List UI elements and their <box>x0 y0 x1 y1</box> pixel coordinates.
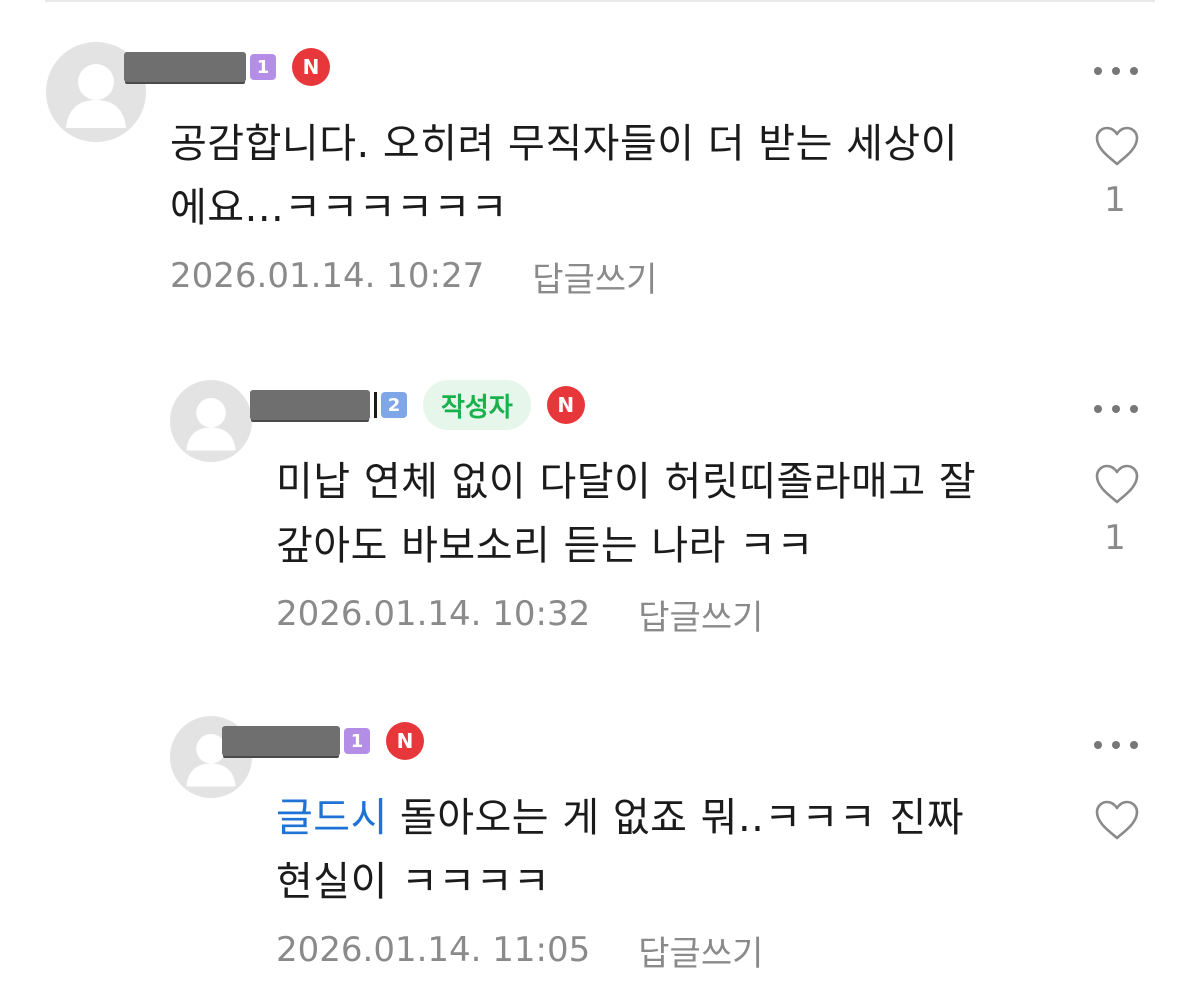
like-button[interactable] <box>1094 463 1140 505</box>
name-row: 2 작성자 N <box>250 380 585 430</box>
like-button[interactable] <box>1094 799 1140 841</box>
redacted-username[interactable] <box>250 390 370 420</box>
more-options-button[interactable] <box>1094 399 1138 419</box>
more-options-button[interactable] <box>1094 61 1138 81</box>
meta-row: 2026.01.14. 10:27 답글쓰기 <box>170 252 657 300</box>
like-button[interactable] <box>1094 125 1140 167</box>
heart-outline-icon <box>1095 800 1139 840</box>
new-badge: N <box>292 48 330 86</box>
more-dots-icon <box>1094 405 1102 413</box>
meta-row: 2026.01.14. 11:05 답글쓰기 <box>276 926 763 974</box>
more-dots-icon <box>1094 741 1102 749</box>
name-fragment <box>374 392 377 418</box>
level-badge: 1 <box>344 728 370 754</box>
comment-text: 미납 연체 없이 다달이 허릿띠졸라매고 잘 갚아도 바보소리 듣는 나라 ㅋㅋ <box>276 459 977 569</box>
level-badge: 2 <box>381 392 407 418</box>
redacted-username[interactable] <box>124 52 246 82</box>
like-count: 1 <box>1104 518 1126 558</box>
heart-outline-icon <box>1095 464 1139 504</box>
default-profile-icon <box>186 398 236 451</box>
more-dots-icon <box>1094 67 1102 75</box>
name-row: 1 N <box>222 721 424 761</box>
comment-text: 글드시 돌아오는 게 없죠 뭐..ㅋㅋㅋ 진짜 현실이 ㅋㅋㅋㅋ <box>276 795 965 905</box>
name-row: 1 N <box>124 47 330 87</box>
like-count: 1 <box>1104 180 1126 220</box>
mention-link[interactable]: 글드시 <box>276 795 388 841</box>
timestamp: 2026.01.14. 10:32 <box>276 594 591 634</box>
new-badge: N <box>386 722 424 760</box>
reply-button[interactable]: 답글쓰기 <box>532 252 657 301</box>
level-badge: 1 <box>250 54 276 80</box>
comment-text: 공감합니다. 오히려 무직자들이 더 받는 세상이 에요...ㅋㅋㅋㅋㅋㅋ <box>170 121 958 231</box>
heart-outline-icon <box>1095 126 1139 166</box>
more-options-button[interactable] <box>1094 735 1138 755</box>
reply-button[interactable]: 답글쓰기 <box>638 590 763 639</box>
avatar[interactable] <box>170 380 252 462</box>
meta-row: 2026.01.14. 10:32 답글쓰기 <box>276 590 763 638</box>
new-badge: N <box>546 386 585 424</box>
redacted-username[interactable] <box>222 726 340 756</box>
timestamp: 2026.01.14. 11:05 <box>276 930 591 970</box>
top-divider <box>45 0 1155 2</box>
reply-button[interactable]: 답글쓰기 <box>638 926 763 975</box>
author-badge: 작성자 <box>423 380 531 430</box>
comment-list: 1 N 공감합니다. 오히려 무직자들이 더 받는 세상이 에요...ㅋㅋㅋㅋㅋ… <box>0 0 1200 1003</box>
timestamp: 2026.01.14. 10:27 <box>170 256 485 296</box>
